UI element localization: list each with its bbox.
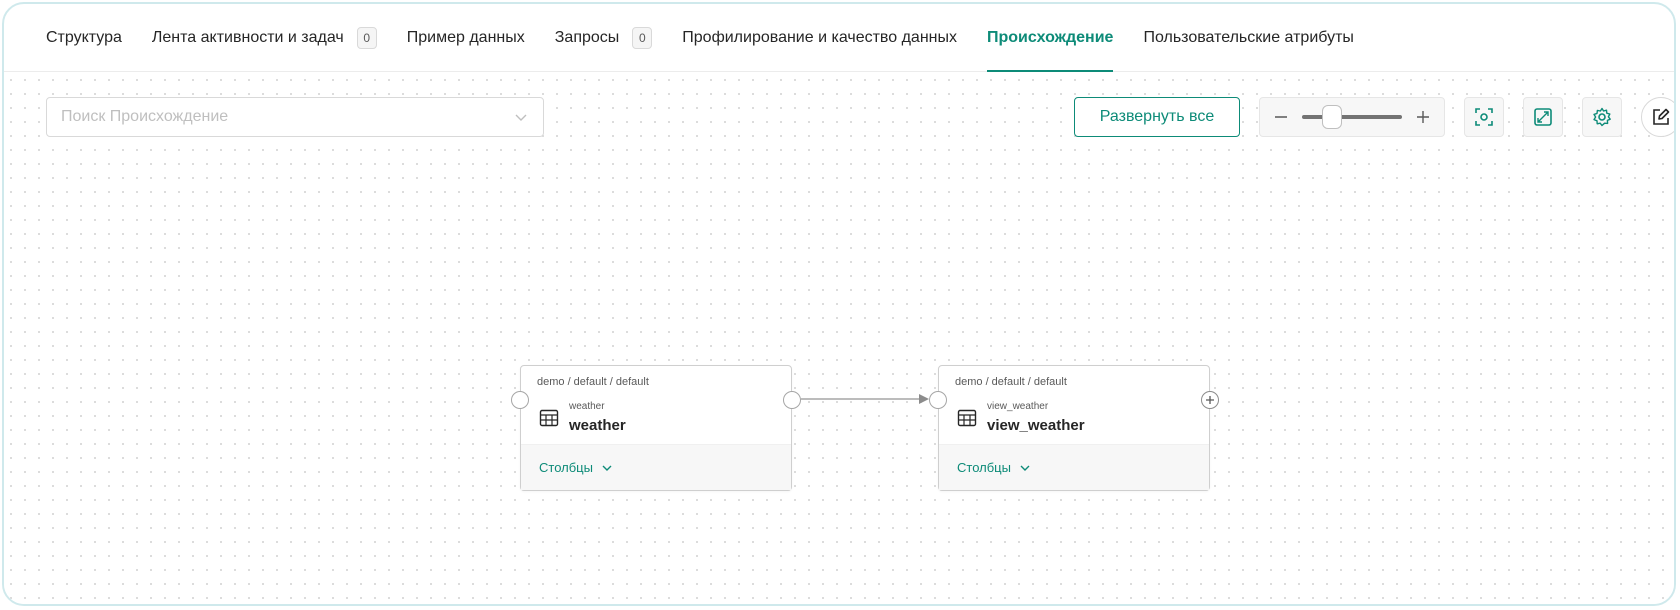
tab-label: Происхождение [987, 28, 1114, 46]
tab-lineage[interactable]: Происхождение [987, 4, 1114, 72]
tab-structure[interactable]: Структура [46, 4, 122, 71]
node-input-handle[interactable] [929, 391, 947, 409]
node-output-handle[interactable] [783, 391, 801, 409]
tab-label: Лента активности и задач [151, 28, 344, 46]
lineage-node[interactable]: demo / default / default view_weather vi… [929, 365, 1219, 491]
expand-downstream-button[interactable] [1201, 391, 1219, 409]
columns-label: Столбцы [539, 460, 593, 475]
table-icon [957, 409, 977, 427]
tab-activity-feed[interactable]: Лента активности и задач 0 [152, 4, 377, 71]
columns-label: Столбцы [957, 460, 1011, 475]
node-input-handle[interactable] [511, 391, 529, 409]
tab-bar: Структура Лента активности и задач 0 При… [4, 4, 1674, 72]
tab-sample-data[interactable]: Пример данных [407, 4, 525, 71]
tab-label: Запросы [554, 28, 620, 46]
chevron-down-icon [602, 465, 612, 471]
columns-toggle[interactable]: Столбцы [521, 444, 791, 490]
node-subtitle: view_weather [987, 401, 1049, 412]
tab-label: Пример данных [406, 28, 525, 46]
tab-profiling[interactable]: Профилирование и качество данных [682, 4, 957, 71]
node-name[interactable]: view_weather [987, 417, 1085, 434]
tab-label: Структура [46, 28, 122, 46]
lineage-node[interactable]: demo / default / default weather weather… [511, 365, 801, 491]
lineage-edge [801, 394, 929, 404]
tab-queries[interactable]: Запросы 0 [555, 4, 653, 71]
lineage-canvas[interactable]: Развернуть все [4, 73, 1674, 604]
lineage-panel: Структура Лента активности и задач 0 При… [2, 2, 1676, 606]
node-name[interactable]: weather [569, 417, 626, 434]
tab-label: Пользовательские атрибуты [1143, 28, 1354, 46]
node-path: demo / default / default [537, 376, 649, 388]
columns-toggle[interactable]: Столбцы [939, 444, 1209, 490]
count-badge: 0 [632, 26, 653, 49]
table-icon [539, 409, 559, 427]
tab-label: Профилирование и качество данных [682, 28, 957, 46]
count-badge: 0 [356, 26, 377, 49]
node-subtitle: weather [569, 401, 605, 412]
tab-custom-attributes[interactable]: Пользовательские атрибуты [1143, 4, 1353, 71]
node-path: demo / default / default [955, 376, 1067, 388]
chevron-down-icon [1020, 465, 1030, 471]
plus-icon [1206, 396, 1214, 404]
